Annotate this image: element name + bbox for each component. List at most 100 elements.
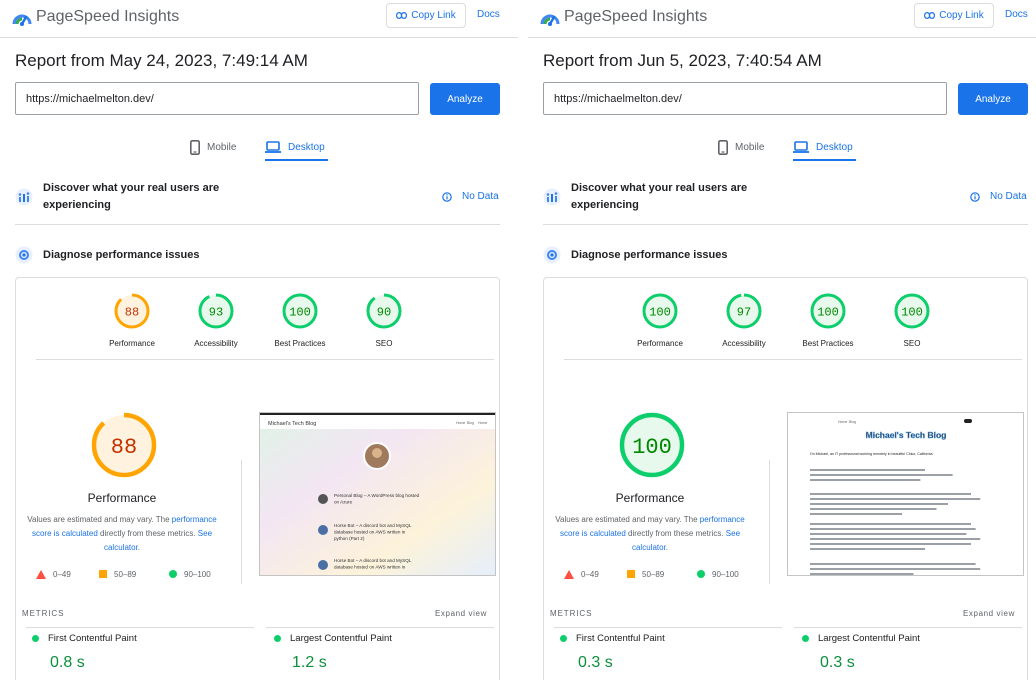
discover-section: Discover what your real users are experi… xyxy=(15,180,500,214)
gauge-score-value: 88 xyxy=(125,306,139,320)
tab-desktop-label: Desktop xyxy=(816,141,853,153)
final-screenshot: Home Blog Michael's Tech Blog I'm Michael, … xyxy=(787,412,1024,576)
score-gauge-best-practices[interactable]: 100 Best Practices xyxy=(788,292,868,348)
screenshot-text-line xyxy=(810,513,902,515)
screenshot-text-line xyxy=(810,474,953,476)
lighthouse-report-card: 100 Performance 97 Accessibility 100 Bes… xyxy=(543,277,1028,680)
phone-icon xyxy=(718,139,728,155)
pass-circle-icon xyxy=(169,570,177,578)
screenshot-site-title: Michael's Tech Blog xyxy=(866,430,947,440)
docs-link[interactable]: Docs xyxy=(1005,9,1028,20)
score-gauge-accessibility[interactable]: 97 Accessibility xyxy=(704,292,784,348)
gauge-ring: 93 xyxy=(198,293,234,329)
screenshot-text-line xyxy=(810,469,925,471)
discover-text: Discover what your real users are experi… xyxy=(43,182,220,211)
tab-desktop[interactable]: Desktop xyxy=(793,136,856,161)
screenshot-canvas: Michael's Tech Blog Home Blog HomePersonal … xyxy=(260,413,495,575)
legend-fail: 0–49 xyxy=(36,568,71,580)
estimate-note: Values are estimated and may vary. The p… xyxy=(22,513,222,555)
phone-icon xyxy=(190,139,200,155)
top-bar: PageSpeed Insights Copy Link Docs xyxy=(0,0,518,38)
copy-link-button[interactable]: Copy Link xyxy=(386,3,466,28)
gauges-divider xyxy=(36,359,494,360)
tab-desktop[interactable]: Desktop xyxy=(265,136,328,161)
pass-circle-icon xyxy=(32,635,39,642)
final-screenshot: Michael's Tech Blog Home Blog Home Personal … xyxy=(259,412,496,576)
score-gauge-best-practices[interactable]: 100 Best Practices xyxy=(260,292,340,348)
no-data-indicator[interactable]: No Data xyxy=(442,191,499,202)
legend-pass-label: 90–100 xyxy=(712,569,739,579)
legend-average-label: 50–89 xyxy=(114,569,137,579)
metrics-heading: METRICS xyxy=(550,609,593,618)
gauge-label: Best Practices xyxy=(274,339,326,348)
gauge-ring: 97 xyxy=(726,293,762,329)
pass-circle-icon xyxy=(802,635,809,642)
performance-big-gauge: 100 xyxy=(619,412,685,478)
copy-link-button[interactable]: Copy Link xyxy=(914,3,994,28)
link-icon xyxy=(396,12,408,19)
legend-average: 50–89 xyxy=(627,568,664,580)
no-data-label: No Data xyxy=(990,191,1027,202)
tab-mobile-label: Mobile xyxy=(207,141,237,153)
analyze-button[interactable]: Analyze xyxy=(430,83,500,115)
score-gauge-performance[interactable]: 88 Performance xyxy=(92,292,172,348)
vertical-divider xyxy=(769,460,770,584)
no-data-indicator[interactable]: No Data xyxy=(970,191,1027,202)
wordpress-icon xyxy=(318,494,328,504)
pagespeed-logo[interactable]: PageSpeed Insights xyxy=(540,6,707,28)
metric-value: 1.2 s xyxy=(292,654,327,671)
estimate-prefix: Values are estimated and may vary. The xyxy=(555,515,700,524)
expand-view-button[interactable]: Expand view xyxy=(435,609,487,618)
docs-link[interactable]: Docs xyxy=(477,9,500,20)
diagnose-section: Diagnose performance issues xyxy=(543,246,1028,264)
app-title: PageSpeed Insights xyxy=(36,8,180,25)
screenshot-canvas: Home Blog Michael's Tech Blog I'm Michael, … xyxy=(788,413,1023,575)
expand-view-button[interactable]: Expand view xyxy=(963,609,1015,618)
legend-average: 50–89 xyxy=(99,568,136,580)
gauge-ring: 88 xyxy=(114,293,150,329)
gauge-label: SEO xyxy=(903,339,921,348)
gauge-score-value: 97 xyxy=(737,306,751,320)
gauge-label: Performance xyxy=(637,339,683,348)
pagespeed-logo[interactable]: PageSpeed Insights xyxy=(12,6,179,28)
screenshot-nav-item: Home xyxy=(478,421,487,425)
score-gauge-seo[interactable]: 90 SEO xyxy=(344,292,424,348)
screenshot-post-title: Horse Bot – A discord bot and MySQL datab… xyxy=(334,558,412,570)
gauge-ring: 100 xyxy=(810,293,846,329)
score-gauge-performance[interactable]: 100 Performance xyxy=(620,292,700,348)
gauge-score-value: 100 xyxy=(817,306,839,320)
metric-divider xyxy=(26,627,254,628)
tab-mobile[interactable]: Mobile xyxy=(190,136,236,158)
url-input[interactable] xyxy=(15,82,419,115)
discover-text: Discover what your real users are experi… xyxy=(571,182,748,211)
screenshot-text-line xyxy=(810,563,976,565)
screenshot-text-line xyxy=(810,538,981,540)
gauge-label: SEO xyxy=(375,339,393,348)
score-gauge-seo[interactable]: 100 SEO xyxy=(872,292,952,348)
pass-circle-icon xyxy=(560,635,567,642)
legend-pass: 90–100 xyxy=(697,568,739,580)
lighthouse-report-card: 88 Performance 93 Accessibility 100 Best… xyxy=(15,277,500,680)
gauge-ring: 100 xyxy=(282,293,318,329)
url-input[interactable] xyxy=(543,82,947,115)
tab-mobile[interactable]: Mobile xyxy=(718,136,764,158)
top-bar: PageSpeed Insights Copy Link Docs xyxy=(528,0,1036,38)
gauge-ring: 100 xyxy=(642,293,678,329)
score-gauge-accessibility[interactable]: 93 Accessibility xyxy=(176,292,256,348)
legend-pass: 90–100 xyxy=(169,568,211,580)
performance-score-value: 88 xyxy=(111,435,137,460)
performance-score-value: 100 xyxy=(632,435,672,460)
fail-triangle-icon xyxy=(564,569,574,579)
avatar-face xyxy=(372,448,382,458)
screenshot-nav-item: Blog xyxy=(849,420,856,424)
pagespeed-logo-icon xyxy=(540,14,560,26)
legend-fail-label: 0–49 xyxy=(581,569,599,579)
post-thumbnail-icon xyxy=(318,560,328,570)
screenshot-site-title: Michael's Tech Blog xyxy=(268,421,316,427)
report-title: Report from May 24, 2023, 7:49:14 AM xyxy=(15,51,308,70)
legend-pass-label: 90–100 xyxy=(184,569,211,579)
metrics-heading: METRICS xyxy=(22,609,65,618)
crux-users-icon xyxy=(15,188,33,206)
link-icon xyxy=(924,12,936,19)
analyze-button[interactable]: Analyze xyxy=(958,83,1028,115)
